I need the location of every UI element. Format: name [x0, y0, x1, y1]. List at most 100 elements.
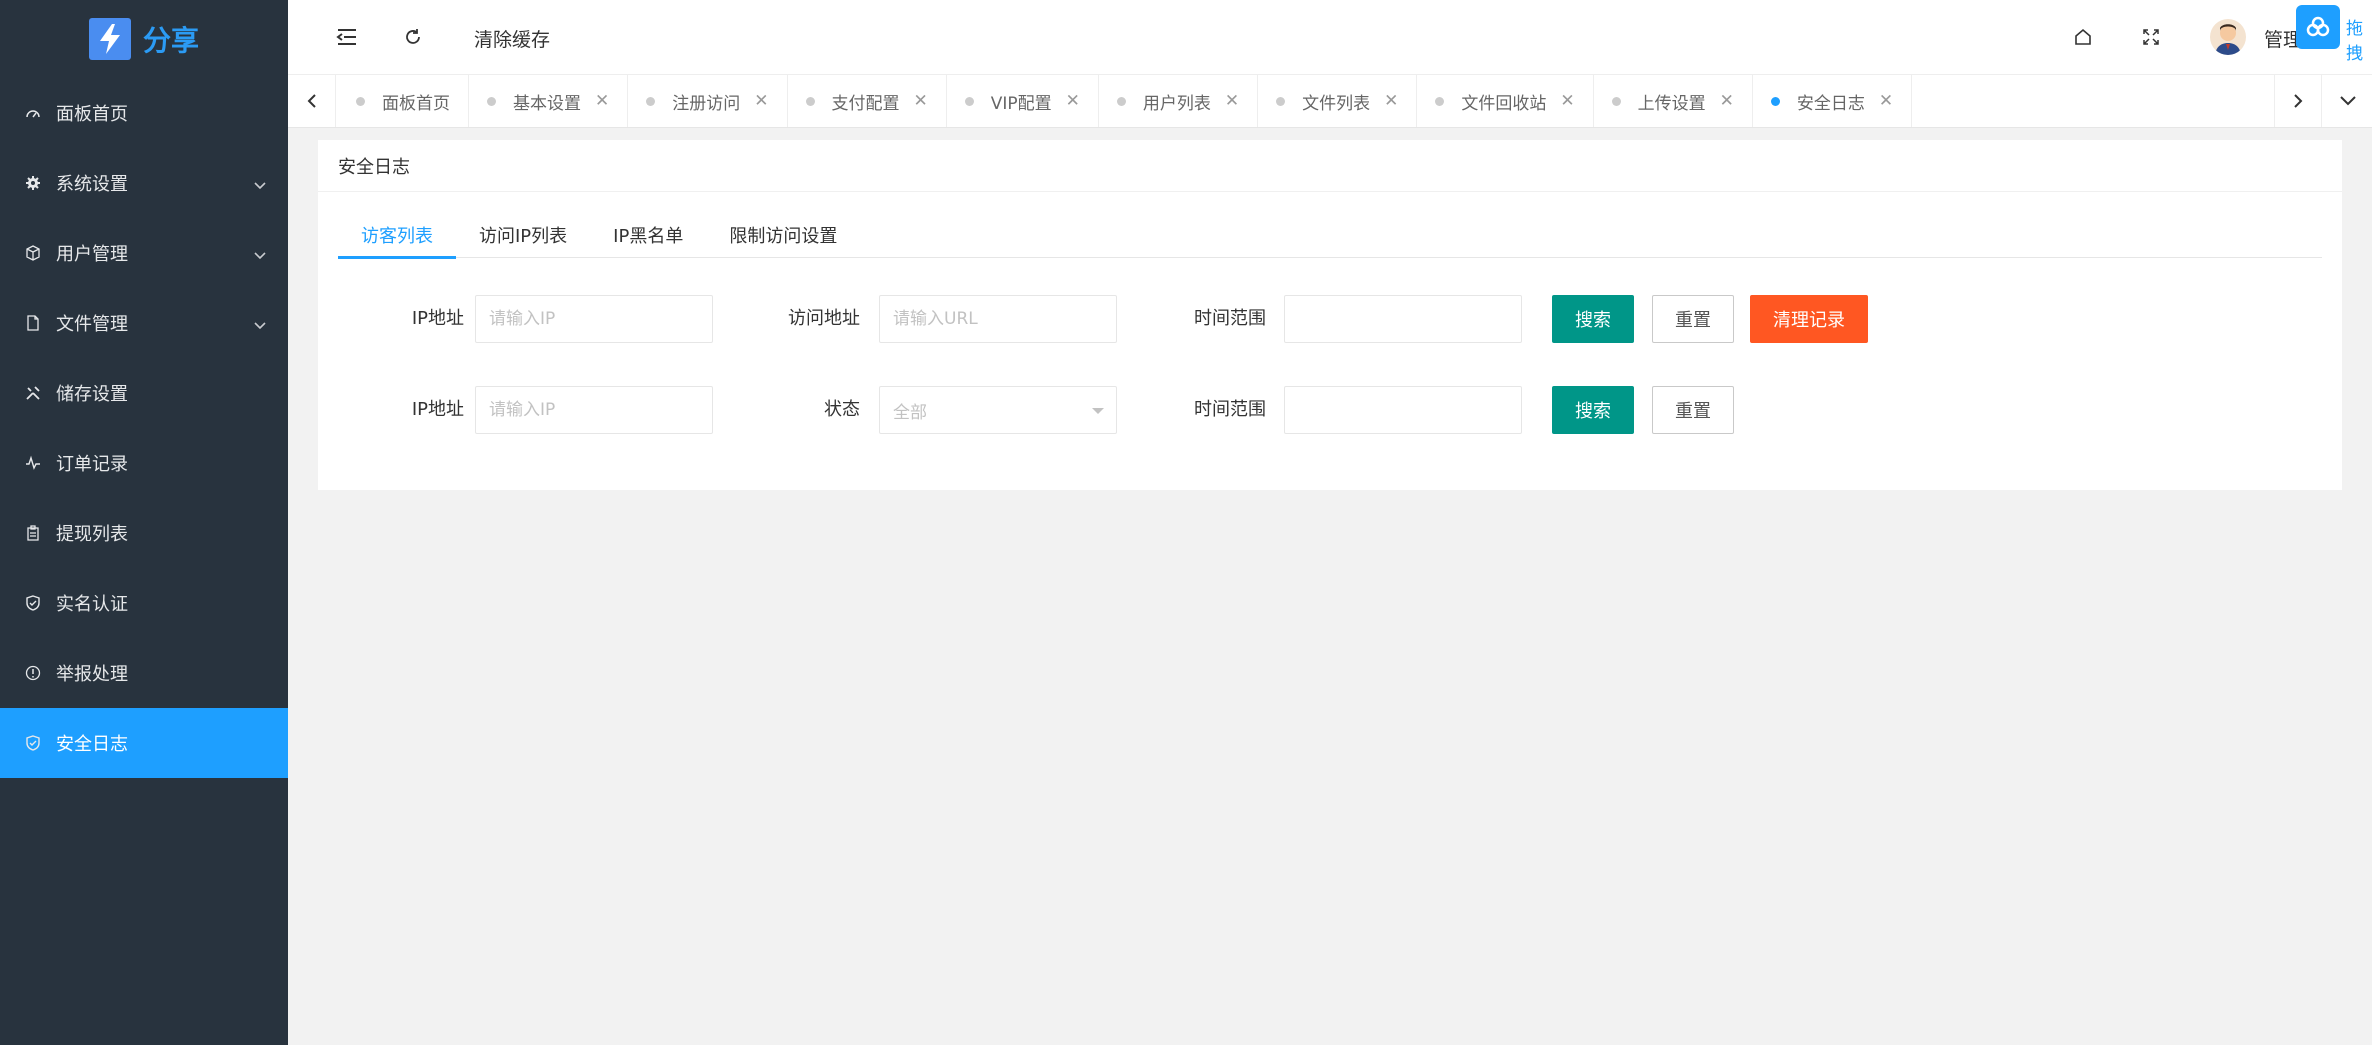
sidebar-item-label: 用户管理 — [56, 244, 128, 265]
logo[interactable]: 分享 — [0, 0, 288, 78]
sidebar-item-8[interactable]: 举报处理 — [0, 638, 288, 708]
sidebar-menu: 面板首页系统设置用户管理文件管理储存设置 订单记录提现列表实名认证 举报处理安全日志 — [0, 78, 288, 778]
sidebar-item-label: 安全日志 — [56, 734, 128, 755]
subtab-3[interactable]: 限制访问设置 — [706, 212, 860, 258]
sidebar-item-4[interactable]: 储存设置 — [0, 358, 288, 428]
sidebar-item-6[interactable]: 提现列表 — [0, 498, 288, 568]
tab-label: 安全日志 — [1796, 93, 1865, 114]
close-icon[interactable]: ✕ — [914, 91, 928, 111]
tabs-dropdown-button[interactable] — [2324, 75, 2372, 127]
sidebar-item-5[interactable]: 订单记录 — [0, 428, 288, 498]
close-icon[interactable]: ✕ — [1384, 91, 1398, 111]
tab-label: 上传设置 — [1637, 93, 1706, 114]
page-tab-4[interactable]: VIP配置 ✕ — [947, 75, 1099, 127]
close-icon[interactable]: ✕ — [1066, 91, 1080, 111]
time-range-input[interactable] — [1284, 295, 1522, 343]
tab-label: 面板首页 — [382, 93, 450, 114]
page-tab-8[interactable]: 上传设置 ✕ — [1594, 75, 1753, 127]
shield-check-icon — [24, 594, 42, 612]
tab-dot — [487, 96, 496, 106]
tab-dot — [1770, 96, 1780, 106]
page-tab-3[interactable]: 支付配置 ✕ — [788, 75, 947, 127]
tabs-prev-button[interactable] — [288, 75, 336, 127]
security-log-card: 安全日志 访客列表访问IP列表IP黑名单限制访问设置 IP地址 访问地址 时间范… — [318, 140, 2342, 490]
tab-label: 基本设置 — [513, 93, 581, 114]
clipboard-icon — [24, 524, 42, 542]
cube-icon — [24, 244, 42, 262]
sidebar: 分享 面板首页系统设置用户管理文件管理储存设置 订单记录提现列表实名认证 举报处理安… — [0, 0, 288, 1045]
sidebar-item-2[interactable]: 用户管理 — [0, 218, 288, 288]
ip-input[interactable] — [475, 295, 713, 343]
ip-input-2[interactable] — [475, 386, 713, 434]
tools-icon — [24, 384, 42, 402]
search-button[interactable]: 搜索 — [1552, 295, 1634, 343]
pulse-icon — [24, 454, 42, 472]
sidebar-item-9[interactable]: 安全日志 — [0, 708, 288, 778]
file-icon — [24, 314, 42, 332]
subtab-0[interactable]: 访客列表 — [338, 212, 456, 259]
menu-toggle-icon[interactable] — [334, 24, 360, 50]
status-select[interactable]: 全部 — [879, 386, 1117, 434]
tab-dot — [964, 96, 974, 106]
alert-circle-icon — [24, 664, 42, 682]
status-label: 状态 — [824, 399, 860, 420]
sidebar-item-7[interactable]: 实名认证 — [0, 568, 288, 638]
sidebar-item-label: 文件管理 — [56, 314, 128, 335]
fullscreen-icon[interactable] — [2138, 24, 2164, 50]
tab-dot — [805, 96, 815, 106]
refresh-icon[interactable] — [400, 24, 426, 50]
shield-check-icon — [24, 734, 42, 752]
top-header: 清除缓存 管理 — [288, 0, 2372, 75]
page-tab-7[interactable]: 文件回收站 ✕ — [1417, 75, 1594, 127]
card-title: 安全日志 — [318, 140, 2342, 192]
tab-label: 注册访问 — [672, 93, 741, 114]
avatar[interactable] — [2210, 19, 2246, 55]
sidebar-item-label: 提现列表 — [56, 524, 128, 545]
chevron-down-icon — [254, 245, 266, 266]
sidebar-item-label: 面板首页 — [56, 104, 128, 125]
page-tab-0[interactable]: 面板首页 — [338, 75, 469, 127]
subtab-1[interactable]: 访问IP列表 — [456, 212, 590, 258]
time-range-input-2[interactable] — [1284, 386, 1522, 434]
close-icon[interactable]: ✕ — [1560, 91, 1574, 111]
tab-label: 支付配置 — [831, 93, 900, 114]
tabs-next-button[interactable] — [2274, 75, 2322, 127]
close-icon[interactable]: ✕ — [595, 91, 609, 111]
page-tab-1[interactable]: 基本设置 ✕ — [469, 75, 629, 127]
time-range-label: 时间范围 — [1194, 308, 1266, 329]
brand-name: 分享 — [142, 24, 199, 57]
page-tab-2[interactable]: 注册访问 ✕ — [628, 75, 788, 127]
sidebar-item-0[interactable]: 面板首页 — [0, 78, 288, 148]
tab-label: 用户列表 — [1142, 93, 1211, 114]
close-icon[interactable]: ✕ — [1225, 91, 1239, 111]
tab-dot — [1611, 96, 1621, 106]
tab-label: VIP配置 — [990, 93, 1052, 114]
tab-dot — [646, 96, 656, 106]
close-icon[interactable]: ✕ — [1720, 91, 1734, 111]
reset-button[interactable]: 重置 — [1652, 295, 1734, 343]
lightning-icon — [88, 18, 131, 60]
cloud-icon[interactable] — [2296, 5, 2340, 49]
ip-label-2: IP地址 — [411, 399, 464, 420]
subtab-2[interactable]: IP黑名单 — [590, 212, 706, 258]
page-tabs-bar: 面板首页 基本设置 ✕ 注册访问 ✕ 支付配置 ✕ VIP配置 ✕ 用户列表 ✕ 文件列表 ✕ 文件回收站… — [288, 75, 2372, 128]
chevron-down-icon — [254, 175, 266, 196]
clear-records-button[interactable]: 清理记录 — [1750, 295, 1868, 343]
tab-label: 文件回收站 — [1461, 93, 1547, 114]
close-icon[interactable]: ✕ — [754, 91, 768, 111]
page-tab-6[interactable]: 文件列表 ✕ — [1258, 75, 1418, 127]
page-tab-5[interactable]: 用户列表 ✕ — [1099, 75, 1259, 127]
sidebar-item-3[interactable]: 文件管理 — [0, 288, 288, 358]
ip-label: IP地址 — [411, 308, 464, 329]
tab-dot — [1435, 96, 1445, 106]
search-button-2[interactable]: 搜索 — [1552, 386, 1634, 434]
float-label[interactable]: 拖拽 — [2346, 14, 2372, 64]
home-icon[interactable] — [2070, 24, 2096, 50]
page-tabs: 面板首页 基本设置 ✕ 注册访问 ✕ 支付配置 ✕ VIP配置 ✕ 用户列表 ✕ 文件列表 ✕ 文件回收站… — [338, 75, 1913, 127]
page-tab-9[interactable]: 安全日志 ✕ — [1753, 75, 1913, 127]
sidebar-item-1[interactable]: 系统设置 — [0, 148, 288, 218]
reset-button-2[interactable]: 重置 — [1652, 386, 1734, 434]
url-input[interactable] — [879, 295, 1117, 343]
clear-cache-button[interactable]: 清除缓存 — [474, 25, 550, 52]
close-icon[interactable]: ✕ — [1879, 91, 1893, 111]
